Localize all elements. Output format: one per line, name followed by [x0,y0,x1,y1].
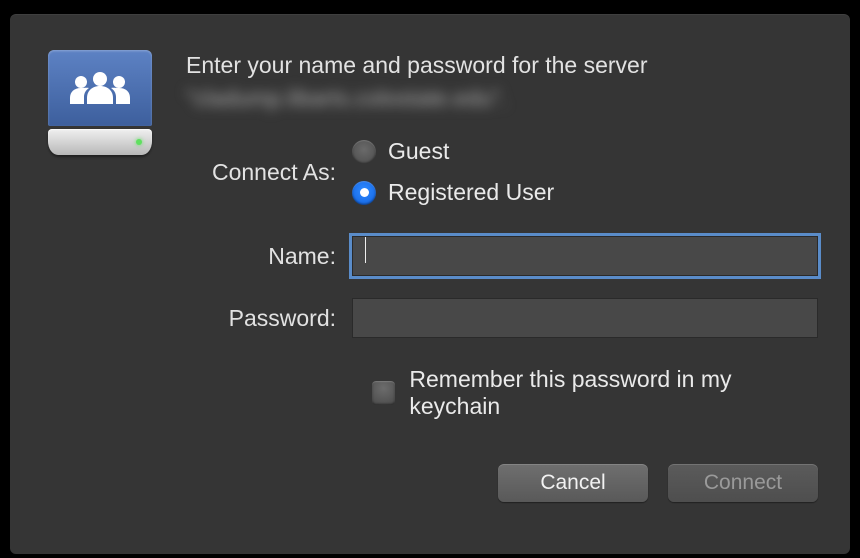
remember-keychain-checkbox[interactable]: Remember this password in my keychain [372,366,818,420]
checkbox-icon [372,381,395,405]
connect-to-server-dialog: Enter your name and password for the ser… [10,14,850,554]
people-icon [69,69,131,107]
dialog-prompt: Enter your name and password for the ser… [186,50,818,81]
radio-icon [352,140,376,164]
registered-user-radio-option[interactable]: Registered User [352,179,554,206]
connect-button[interactable]: Connect [668,464,818,502]
name-field[interactable] [352,236,818,276]
registered-user-label: Registered User [388,179,554,206]
guest-radio-option[interactable]: Guest [352,138,554,165]
connect-as-label: Connect As: [186,159,352,186]
cancel-button[interactable]: Cancel [498,464,648,502]
remember-label: Remember this password in my keychain [409,366,818,420]
password-field[interactable] [352,298,818,338]
server-icon [46,50,154,526]
guest-label: Guest [388,138,449,165]
password-label: Password: [186,305,352,332]
server-hostname: "cladump.libarts.colostate.edu". [186,85,818,112]
name-label: Name: [186,243,352,270]
radio-icon [352,181,376,205]
